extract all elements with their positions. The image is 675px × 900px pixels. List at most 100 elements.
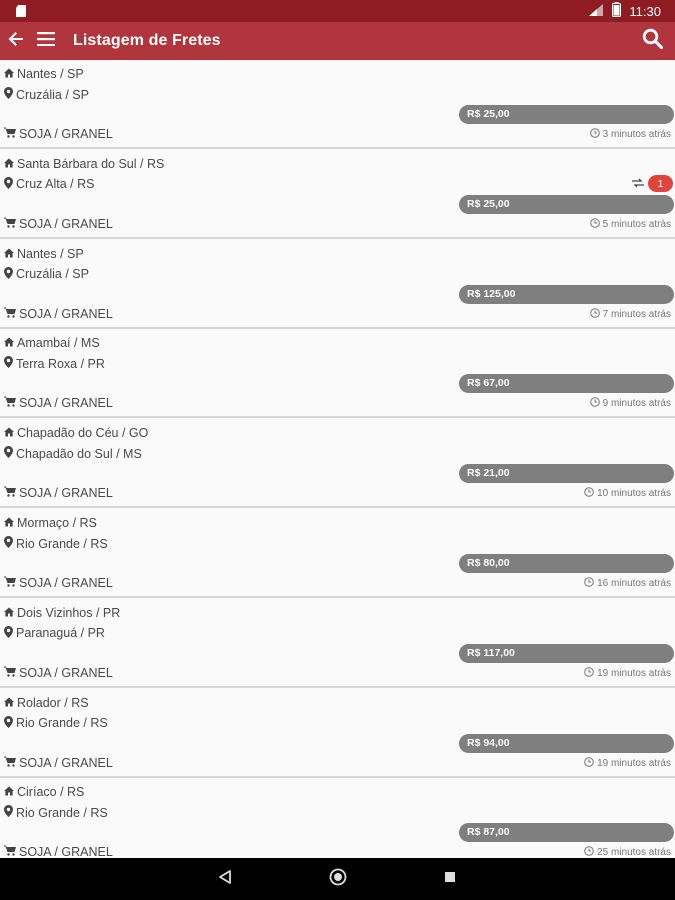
timestamp-text: 19 minutos atrás xyxy=(597,757,671,769)
battery-icon xyxy=(612,2,622,20)
home-circle-icon xyxy=(329,868,347,891)
map-pin-icon xyxy=(4,356,13,371)
origin: Amambaí / MS xyxy=(4,336,100,350)
origin-text: Ciríaco / RS xyxy=(17,785,85,800)
freight-card[interactable]: Ciríaco / RS Rio Grande / RS SOJA / GRANEL… xyxy=(0,779,675,858)
timestamp: 25 minutos atrás xyxy=(584,846,671,858)
origin: Chapadão do Céu / GO xyxy=(4,426,148,440)
destination: Cruzália / SP xyxy=(4,87,89,102)
nav-recents-button[interactable] xyxy=(430,858,470,900)
cart-icon xyxy=(4,396,16,410)
signal-icon xyxy=(588,3,604,20)
destination: Rio Grande / RS xyxy=(4,715,108,731)
freight-card[interactable]: Mormaço / RS Rio Grande / RS SOJA / GRANEL… xyxy=(0,510,675,598)
home-icon xyxy=(4,785,14,799)
timestamp-text: 19 minutos atrás xyxy=(597,667,671,679)
freight-list[interactable]: Nantes / SP Cruzália / SP SOJA / GRANEL R$ … xyxy=(0,61,675,858)
origin: Nantes / SP xyxy=(4,67,84,81)
clock-icon xyxy=(584,846,594,858)
origin-text: Rolador / RS xyxy=(17,695,89,710)
clock-icon xyxy=(584,577,594,590)
home-icon xyxy=(4,426,14,440)
clock-icon xyxy=(589,397,600,410)
cart-icon xyxy=(4,486,16,500)
freight-card[interactable]: Nantes / SP Cruzália / SP SOJA / GRANEL R$ … xyxy=(0,240,675,329)
clock-time: 11:30 xyxy=(629,3,661,19)
back-button[interactable] xyxy=(1,22,31,60)
timestamp: 10 minutos atrás xyxy=(584,487,671,500)
hamburger-icon xyxy=(37,31,55,51)
home-icon xyxy=(4,247,14,261)
cargo-text: SOJA / GRANEL xyxy=(19,845,113,858)
cart-icon xyxy=(4,666,16,680)
destination-text: Rio Grande / RS xyxy=(16,536,108,551)
map-pin-icon xyxy=(4,176,13,192)
origin-text: Nantes / SP xyxy=(17,67,84,81)
destination-text: Terra Roxa / PR xyxy=(16,356,105,371)
origin: Dois Vizinhos / PR xyxy=(4,606,120,620)
origin: Nantes / SP xyxy=(4,247,84,261)
cargo-text: SOJA / GRANEL xyxy=(19,396,113,411)
offers-indicator[interactable]: 1 xyxy=(632,175,673,193)
destination-text: Chapadão do Sul / MS xyxy=(16,446,142,461)
destination: Cruzália / SP xyxy=(4,266,89,282)
cargo-text: SOJA / GRANEL xyxy=(19,216,113,231)
timestamp: 16 minutos atrás xyxy=(584,577,671,590)
price-pill: R$ 67,00 xyxy=(459,374,674,394)
nav-home-button[interactable] xyxy=(318,858,358,900)
cargo-text: SOJA / GRANEL xyxy=(19,665,113,680)
freight-card[interactable]: Nantes / SP Cruzália / SP SOJA / GRANEL R$ … xyxy=(0,61,675,149)
timestamp: 7 minutos atrás xyxy=(589,307,671,321)
map-pin-icon xyxy=(4,446,13,461)
timestamp: 9 minutos atrás xyxy=(589,397,671,410)
clock-icon xyxy=(589,217,600,231)
map-pin-icon xyxy=(4,266,13,282)
cargo: SOJA / GRANEL xyxy=(4,486,113,500)
map-pin-icon xyxy=(4,536,13,551)
cargo: SOJA / GRANEL xyxy=(4,307,113,321)
origin-text: Mormaço / RS xyxy=(17,516,97,530)
destination-text: Cruzália / SP xyxy=(16,87,89,102)
origin-text: Dois Vizinhos / PR xyxy=(17,605,121,620)
destination-text: Cruz Alta / RS xyxy=(16,177,95,192)
home-icon xyxy=(4,336,14,350)
map-pin-icon xyxy=(4,805,13,820)
home-icon xyxy=(4,157,14,171)
price-pill: R$ 80,00 xyxy=(459,554,674,573)
destination-text: Cruzália / SP xyxy=(16,267,89,282)
page-title: Listagem de Fretes xyxy=(73,32,221,49)
price-pill: R$ 25,00 xyxy=(459,194,674,214)
destination: Paranaguá / PR xyxy=(4,625,105,641)
origin: Mormaço / RS xyxy=(4,516,97,530)
freight-card[interactable]: Rolador / RS Rio Grande / RS SOJA / GRANEL… xyxy=(0,689,675,778)
search-button[interactable] xyxy=(635,22,669,60)
square-recents-icon xyxy=(444,870,456,888)
clock-icon xyxy=(584,666,594,680)
timestamp: 5 minutos atrás xyxy=(589,217,671,231)
cargo-text: SOJA / GRANEL xyxy=(19,755,113,770)
price-pill: R$ 94,00 xyxy=(459,733,674,753)
freight-card[interactable]: Santa Bárbara do Sul / RS Cruz Alta / RS S… xyxy=(0,150,675,239)
timestamp-text: 16 minutos atrás xyxy=(597,578,671,589)
nav-back-button[interactable] xyxy=(205,858,245,900)
timestamp-text: 25 minutos atrás xyxy=(597,847,671,858)
cargo-text: SOJA / GRANEL xyxy=(19,486,113,501)
cargo: SOJA / GRANEL xyxy=(4,756,113,770)
menu-button[interactable] xyxy=(31,22,61,60)
home-icon xyxy=(4,606,14,620)
freight-card[interactable]: Dois Vizinhos / PR Paranaguá / PR SOJA / G… xyxy=(0,599,675,688)
origin-text: Santa Bárbara do Sul / RS xyxy=(17,156,165,171)
cart-icon xyxy=(4,217,16,231)
freight-card[interactable]: Chapadão do Céu / GO Chapadão do Sul / MS… xyxy=(0,420,675,509)
timestamp-text: 3 minutos atrás xyxy=(602,129,671,140)
cart-icon xyxy=(4,576,16,590)
price-pill: R$ 21,00 xyxy=(459,464,674,484)
freight-card[interactable]: Amambaí / MS Terra Roxa / PR SOJA / GRANEL… xyxy=(0,330,675,419)
cargo-text: SOJA / GRANEL xyxy=(19,306,113,321)
destination-text: Rio Grande / RS xyxy=(16,805,108,820)
navigation-bar xyxy=(0,858,675,900)
price-pill: R$ 25,00 xyxy=(459,105,674,124)
origin: Santa Bárbara do Sul / RS xyxy=(4,157,164,171)
offers-count-badge: 1 xyxy=(648,175,673,193)
clock-icon xyxy=(589,307,600,321)
